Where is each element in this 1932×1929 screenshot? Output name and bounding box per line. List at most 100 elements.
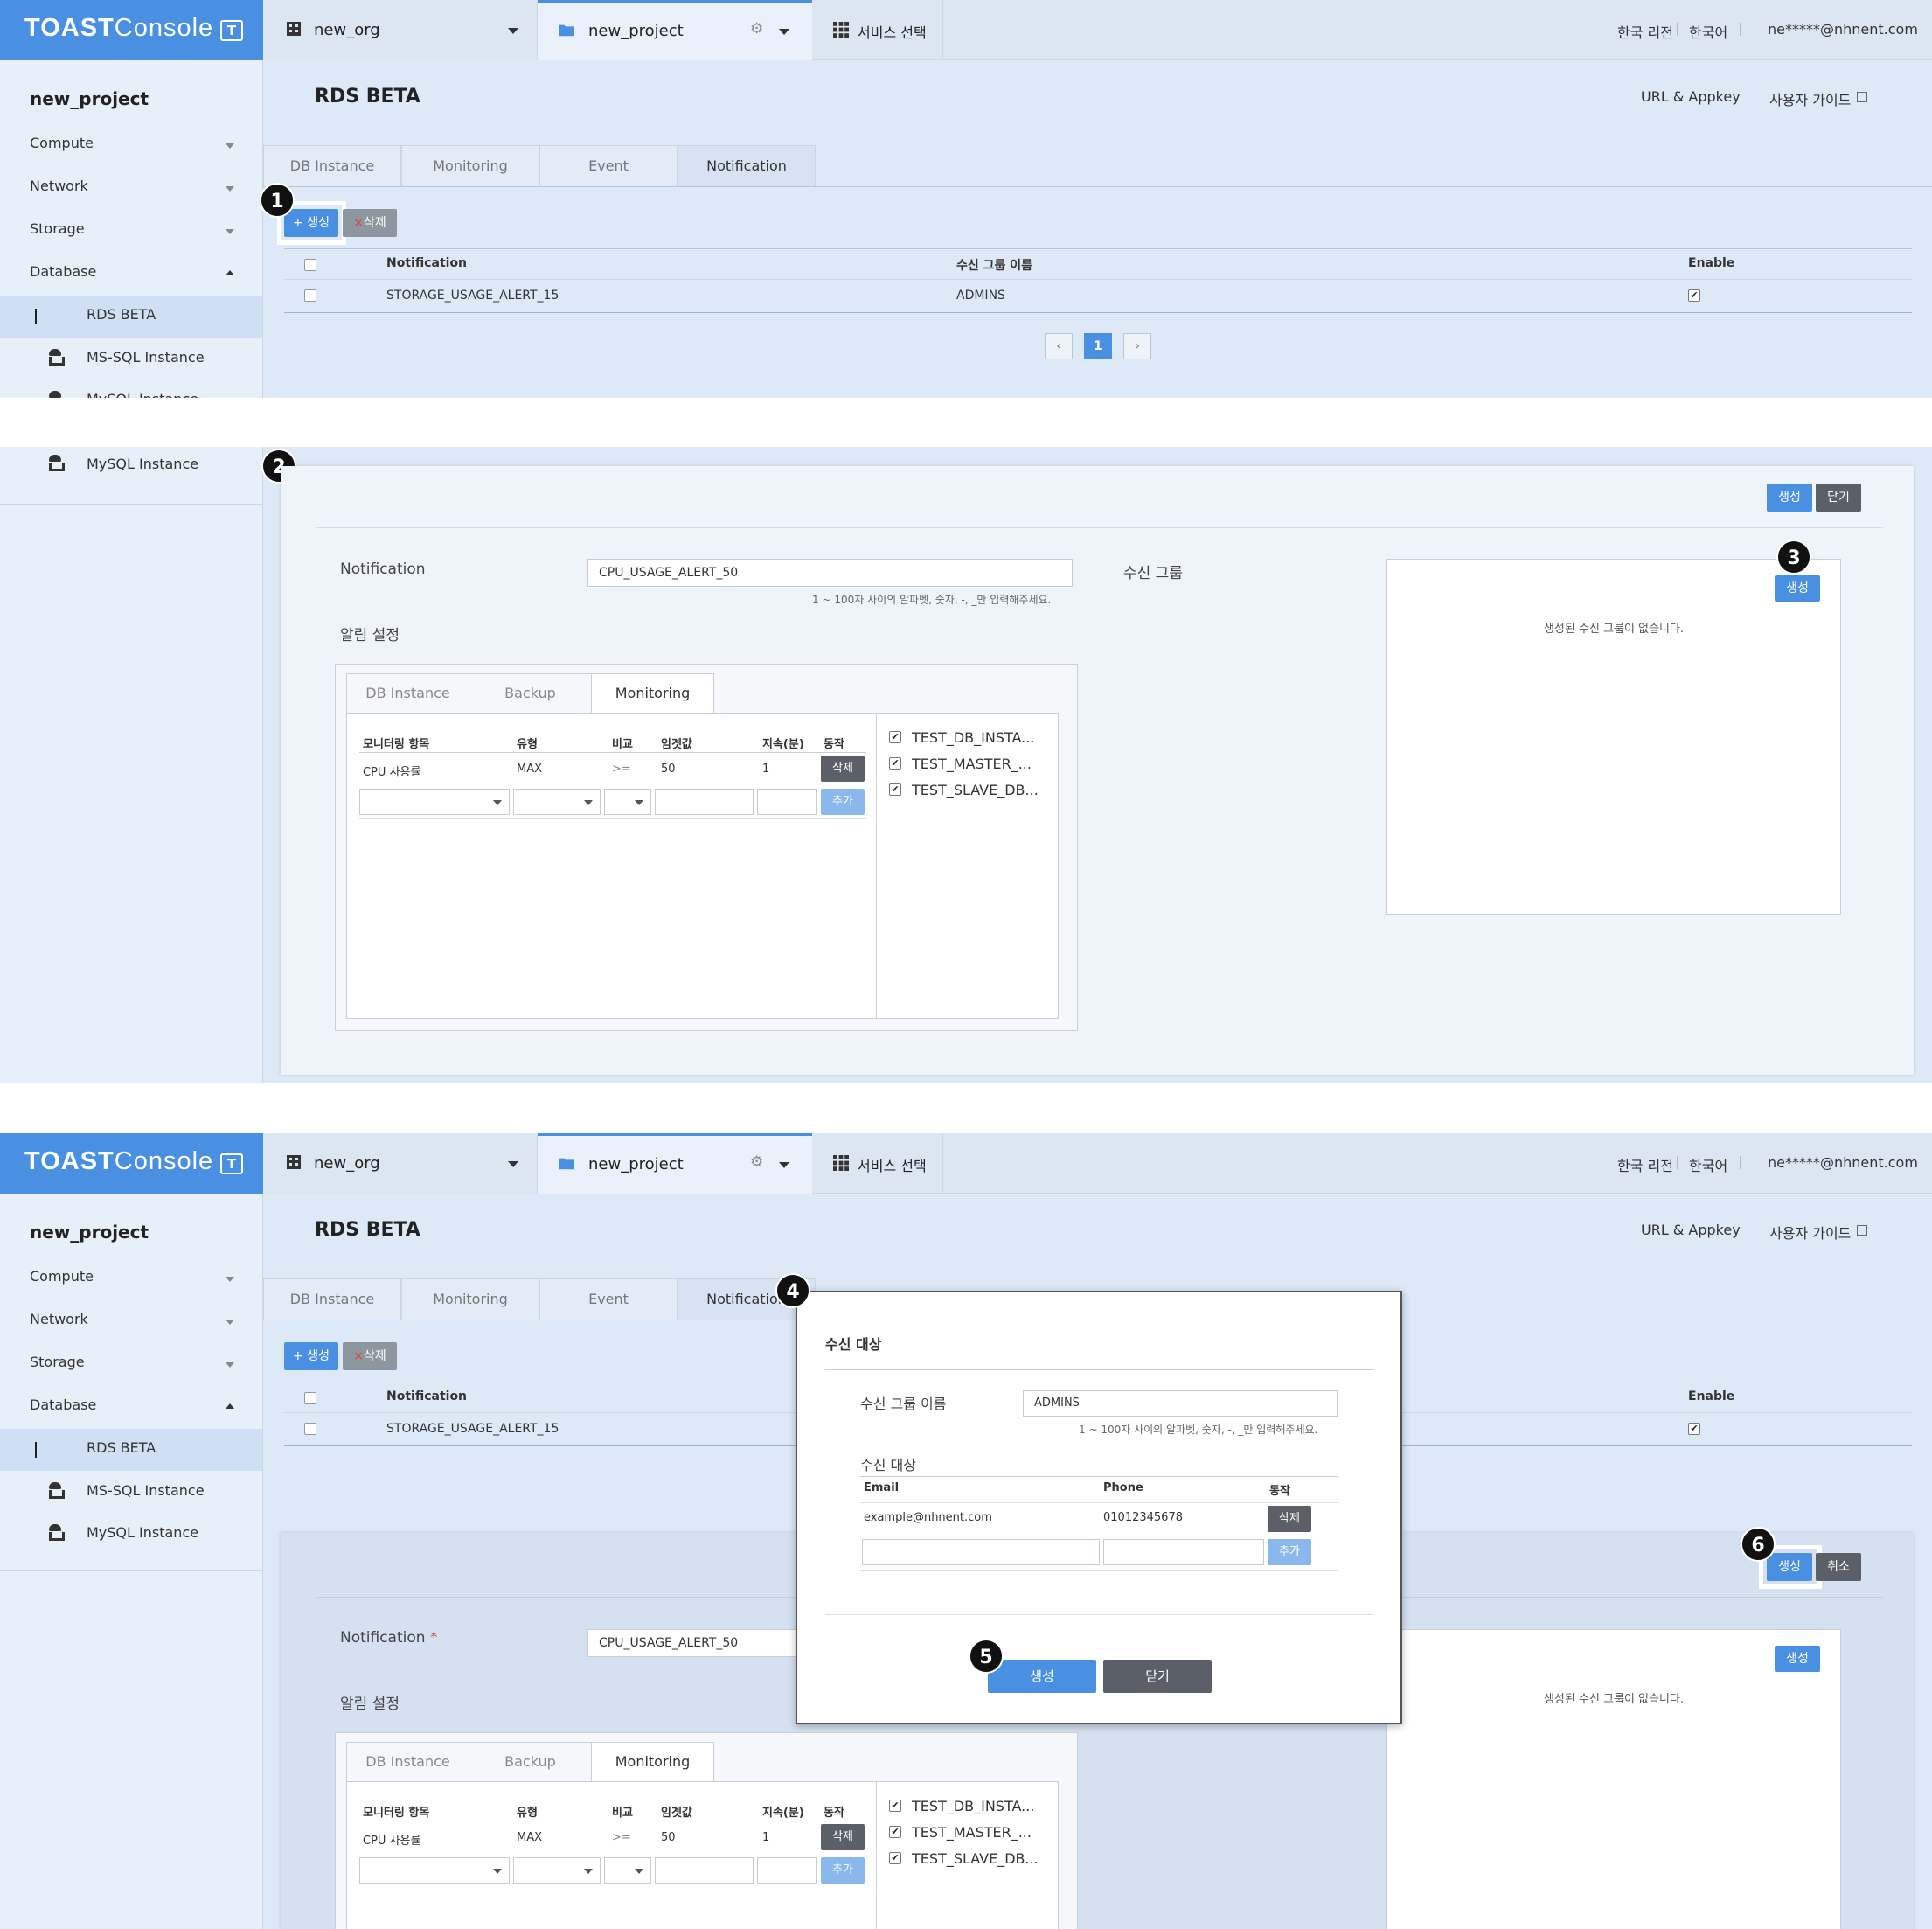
tab-event[interactable]: Event (539, 1278, 678, 1320)
delete-button[interactable]: ×삭제 (343, 1342, 397, 1370)
threshold-input[interactable] (655, 789, 754, 815)
inner-tab-monitoring[interactable]: Monitoring (591, 673, 714, 714)
org-selector[interactable]: new_org (263, 0, 538, 60)
tab-db-instance[interactable]: DB Instance (263, 1278, 401, 1320)
sidebar-item-network[interactable]: Network (30, 178, 88, 194)
duration-input[interactable] (757, 1857, 817, 1884)
modal-close-button[interactable]: 닫기 (1103, 1660, 1212, 1693)
inner-tab-monitoring[interactable]: Monitoring (591, 1742, 714, 1782)
create-button[interactable]: + 생성 (284, 209, 338, 237)
inner-tab-db-instance[interactable]: DB Instance (346, 673, 469, 714)
instance-checkbox[interactable]: ✔ (889, 1852, 901, 1864)
enable-checkbox[interactable]: ✔ (1688, 1423, 1700, 1435)
user-guide-link[interactable]: 사용자 가이드 (1769, 88, 1851, 109)
enable-checkbox[interactable]: ✔ (1688, 289, 1700, 302)
sidebar-item-mssql[interactable]: MS-SQL Instance (87, 1482, 205, 1499)
compare-select[interactable] (604, 1857, 651, 1884)
url-appkey-link[interactable]: URL & Appkey (1641, 1222, 1741, 1238)
sidebar-item-database[interactable]: Database (30, 1396, 96, 1413)
chevron-down-icon (779, 29, 789, 35)
pagination-page[interactable]: 1 (1084, 333, 1112, 359)
create-button[interactable]: 생성 (1767, 1553, 1812, 1581)
sidebar-item-mysql[interactable]: MySQL Instance (87, 391, 198, 398)
create-button[interactable]: + 생성 (284, 1342, 338, 1370)
recv-group-create-button[interactable]: 생성 (1775, 575, 1820, 602)
threshold-input[interactable] (655, 1857, 754, 1884)
url-appkey-link[interactable]: URL & Appkey (1641, 88, 1741, 105)
cancel-button[interactable]: 취소 (1816, 1553, 1861, 1581)
delete-button[interactable]: 삭제 (821, 1824, 865, 1850)
type-select[interactable] (513, 1857, 601, 1884)
menu-icon[interactable]: T (220, 1153, 243, 1174)
user-menu[interactable]: ne*****@nhnent.com (1768, 21, 1918, 38)
empty-message: 생성된 수신 그룹이 없습니다. (1543, 623, 1685, 636)
pagination-prev[interactable]: ‹ (1045, 333, 1073, 359)
tab-event[interactable]: Event (539, 145, 678, 187)
delete-button[interactable]: 삭제 (821, 756, 865, 782)
row-checkbox[interactable] (304, 1423, 316, 1435)
sidebar-item-compute[interactable]: Compute (30, 135, 94, 151)
duration-input[interactable] (757, 789, 817, 815)
project-selector[interactable]: new_project ⚙ (538, 0, 812, 60)
instance-checkbox[interactable]: ✔ (889, 731, 901, 743)
tab-notification[interactable]: Notification (678, 145, 816, 187)
sidebar-item-mysql[interactable]: MySQL Instance (87, 1524, 198, 1541)
instance-checkbox[interactable]: ✔ (889, 783, 901, 796)
modal-create-button[interactable]: 생성 (988, 1660, 1096, 1693)
service-select[interactable]: 서비스 선택 (812, 1133, 943, 1194)
service-select[interactable]: 서비스 선택 (812, 0, 943, 60)
email-input[interactable] (862, 1539, 1100, 1565)
logo[interactable]: TOASTConsole T (0, 1133, 263, 1194)
sidebar-item-network[interactable]: Network (30, 1311, 88, 1327)
menu-icon[interactable]: T (220, 20, 243, 41)
sidebar-item-storage[interactable]: Storage (30, 1354, 85, 1370)
instance-checkbox[interactable]: ✔ (889, 1800, 901, 1812)
compare-select[interactable] (604, 789, 651, 815)
inner-tab-db-instance[interactable]: DB Instance (346, 1742, 469, 1782)
sidebar-item-mysql[interactable]: MySQL Instance (87, 456, 198, 472)
column-header: Phone (1103, 1481, 1143, 1494)
chevron-down-icon (508, 28, 518, 34)
sidebar-item-storage[interactable]: Storage (30, 220, 85, 237)
add-button[interactable]: 추가 (821, 1857, 865, 1884)
delete-button[interactable]: ×삭제 (343, 209, 397, 237)
metric-select[interactable] (359, 789, 510, 815)
select-all-checkbox[interactable] (304, 1392, 316, 1404)
phone-input[interactable] (1103, 1539, 1264, 1565)
notification-name-input[interactable]: CPU_USAGE_ALERT_50 (587, 559, 1073, 587)
delete-recipient-button[interactable]: 삭제 (1268, 1506, 1311, 1532)
org-selector[interactable]: new_org (263, 1133, 538, 1194)
instance-checkbox[interactable]: ✔ (889, 757, 901, 770)
sidebar-item-database[interactable]: Database (30, 263, 96, 280)
create-button[interactable]: 생성 (1767, 484, 1812, 512)
close-button[interactable]: 닫기 (1816, 484, 1861, 512)
gear-icon[interactable]: ⚙ (750, 1153, 763, 1171)
sidebar-item-compute[interactable]: Compute (30, 1268, 94, 1285)
type-select[interactable] (513, 789, 601, 815)
instance-checkbox[interactable]: ✔ (889, 1826, 901, 1838)
user-menu[interactable]: ne*****@nhnent.com (1768, 1154, 1918, 1171)
tab-db-instance[interactable]: DB Instance (263, 145, 401, 187)
language-selector[interactable]: 한국어 (1689, 1154, 1727, 1175)
group-name-input[interactable]: ADMINS (1023, 1390, 1338, 1417)
delete-label: 삭제 (363, 216, 386, 230)
region-selector[interactable]: 한국 리전 (1617, 21, 1673, 42)
add-recipient-button[interactable]: 추가 (1268, 1539, 1311, 1565)
metric-select[interactable] (359, 1857, 510, 1884)
project-selector[interactable]: new_project ⚙ (538, 1133, 812, 1194)
sidebar-item-mssql[interactable]: MS-SQL Instance (87, 349, 205, 366)
inner-tab-backup[interactable]: Backup (469, 1742, 592, 1782)
user-guide-link[interactable]: 사용자 가이드 (1769, 1222, 1851, 1243)
row-checkbox[interactable] (304, 289, 316, 302)
recv-group-create-button[interactable]: 생성 (1775, 1646, 1820, 1672)
inner-tab-backup[interactable]: Backup (469, 673, 592, 714)
tab-monitoring[interactable]: Monitoring (401, 1278, 539, 1320)
logo[interactable]: TOASTConsole T (0, 0, 263, 60)
language-selector[interactable]: 한국어 (1689, 21, 1727, 42)
region-selector[interactable]: 한국 리전 (1617, 1154, 1673, 1175)
pagination-next[interactable]: › (1123, 333, 1151, 359)
tab-monitoring[interactable]: Monitoring (401, 145, 539, 187)
gear-icon[interactable]: ⚙ (750, 20, 763, 38)
select-all-checkbox[interactable] (304, 259, 316, 271)
add-button[interactable]: 추가 (821, 789, 865, 815)
